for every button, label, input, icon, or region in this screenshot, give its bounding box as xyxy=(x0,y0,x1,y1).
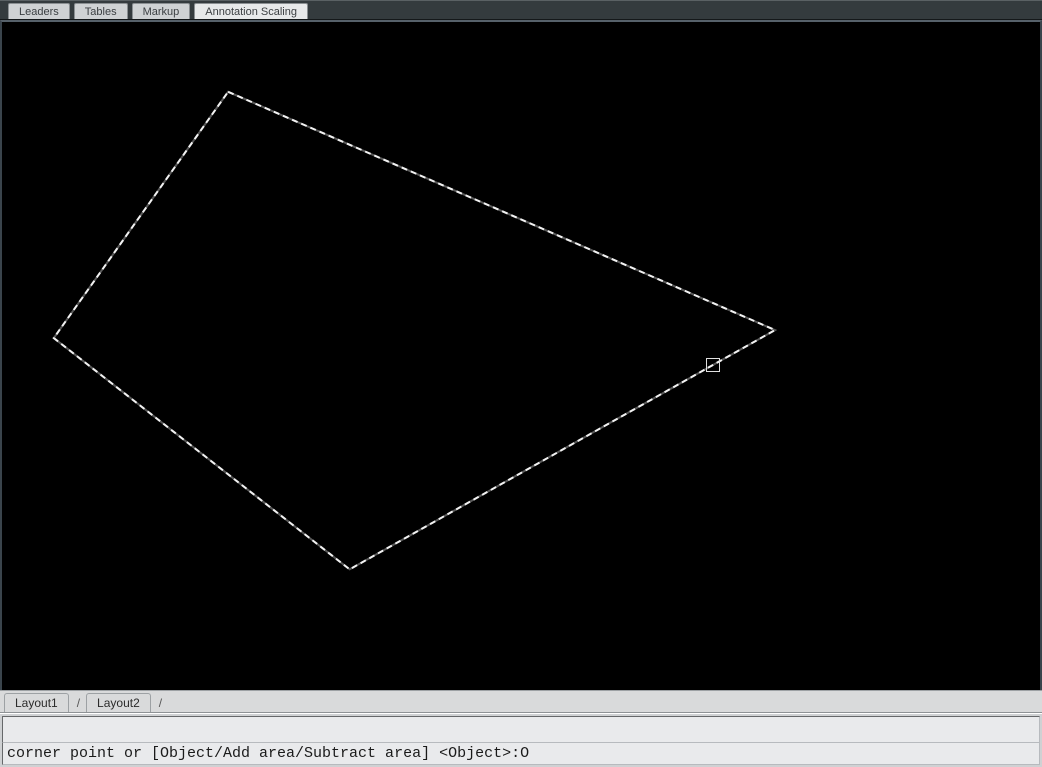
command-prompt: corner point or [Object/Add area/Subtrac… xyxy=(7,745,520,762)
layout-tab-layout1[interactable]: Layout1 xyxy=(4,693,69,712)
command-input-row: corner point or [Object/Add area/Subtrac… xyxy=(2,743,1040,765)
ribbon-tab-markup[interactable]: Markup xyxy=(132,3,191,19)
drawing-canvas[interactable] xyxy=(0,20,1042,690)
ribbon-tab-label: Annotation Scaling xyxy=(205,6,297,18)
layout-tab-label: Layout1 xyxy=(15,696,58,710)
ribbon-tab-label: Tables xyxy=(85,6,117,18)
command-line-window: corner point or [Object/Add area/Subtrac… xyxy=(0,713,1042,767)
layout-tab-separator: / xyxy=(71,694,86,712)
command-input[interactable] xyxy=(520,745,1035,762)
ribbon-panel-strip: Leaders Tables Markup Annotation Scaling xyxy=(0,0,1042,20)
ribbon-tab-tables[interactable]: Tables xyxy=(74,3,128,19)
layout-tab-trail: / xyxy=(153,694,168,712)
ribbon-tab-label: Leaders xyxy=(19,6,59,18)
layout-tab-label: Layout2 xyxy=(97,696,140,710)
layout-tab-bar: Layout1 / Layout2 / xyxy=(0,690,1042,713)
command-history[interactable] xyxy=(2,716,1040,743)
ribbon-tab-annotation-scaling[interactable]: Annotation Scaling xyxy=(194,3,308,19)
drawing-svg xyxy=(2,22,1040,690)
ribbon-tab-leaders[interactable]: Leaders xyxy=(8,3,70,19)
area-polygon-fill xyxy=(54,92,775,570)
ribbon-tab-label: Markup xyxy=(143,6,180,18)
layout-tab-layout2[interactable]: Layout2 xyxy=(86,693,151,712)
area-polygon-dashed xyxy=(54,92,775,570)
